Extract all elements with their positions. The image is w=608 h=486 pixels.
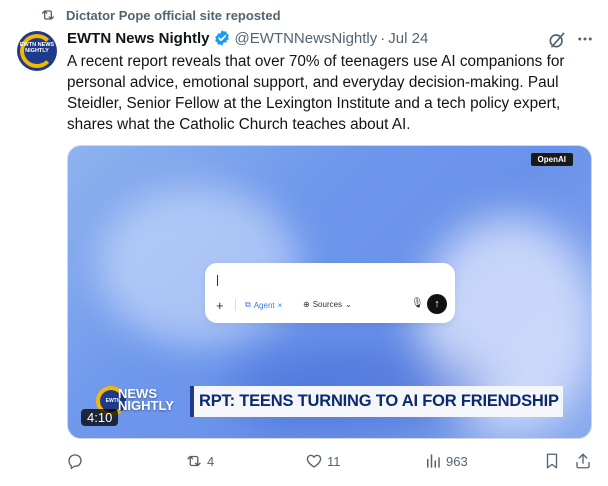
separator-dot: · [380,29,386,47]
tweet-header: EWTN News Nightly @EWTNNewsNightly · Jul… [67,28,428,48]
like-button[interactable]: 11 [305,452,341,470]
repost-text: Dictator Pope official site reposted [66,7,281,23]
heart-icon [306,454,322,468]
chat-input-mockup: + ⧉ Agent × ⊕ Sources ⌄ 🎙 ↑ [205,263,455,323]
plus-icon: + [216,298,224,313]
avatar[interactable]: EWTN NEWS NIGHTLY [17,31,57,71]
bookmark-button[interactable] [543,452,561,470]
like-count: 11 [327,453,341,469]
agent-label: Agent [253,300,275,310]
logo-line2: NIGHTLY [118,398,174,413]
repost-button[interactable]: 4 [185,452,214,470]
grok-icon[interactable] [547,30,567,50]
views-button[interactable]: 963 [424,452,468,470]
sources-chip: ⊕ Sources ⌄ [303,300,352,309]
views-chart-icon [427,454,440,468]
bookmark-icon [546,453,558,469]
more-options-icon[interactable] [576,30,594,48]
openai-badge: OpenAI [530,153,573,166]
microphone-icon: 🎙 [411,298,424,309]
banner-text: RPT: TEENS TURNING TO AI FOR FRIENDSHIP [199,392,559,410]
news-banner: RPT: TEENS TURNING TO AI FOR FRIENDSHIP [190,386,563,417]
avatar-text: EWTN NEWS NIGHTLY [19,42,55,54]
verified-badge-icon [214,30,229,46]
send-arrow-icon: ↑ [427,294,447,314]
chevron-down-icon: ⌄ [345,300,352,309]
share-button[interactable] [574,452,592,470]
action-bar: 4 11 963 [0,452,608,476]
repost-icon [42,10,54,20]
sources-label: Sources [312,300,343,309]
agent-icon: ⧉ [245,300,251,309]
text-cursor [217,275,218,286]
author-handle[interactable]: @EWTNNewsNightly [235,30,378,47]
author-name[interactable]: EWTN News Nightly [67,30,210,47]
tweet-text: A recent report reveals that over 70% of… [67,53,565,133]
repost-count: 4 [207,453,215,469]
video-player[interactable]: OpenAI + ⧉ Agent × ⊕ Sources ⌄ 🎙 ↑ EWTN … [67,145,592,439]
post-date[interactable]: Jul 24 [388,30,428,47]
agent-chip: ⧉ Agent × [245,300,282,310]
globe-icon: ⊕ [303,300,310,309]
reply-button[interactable] [66,452,88,470]
repost-icon [187,455,201,467]
views-count: 963 [446,453,468,469]
video-duration: 4:10 [81,409,119,426]
agent-close-icon: × [277,300,283,310]
reply-icon [68,454,82,470]
share-icon [576,453,590,469]
repost-indicator[interactable]: Dictator Pope official site reposted [40,7,281,23]
